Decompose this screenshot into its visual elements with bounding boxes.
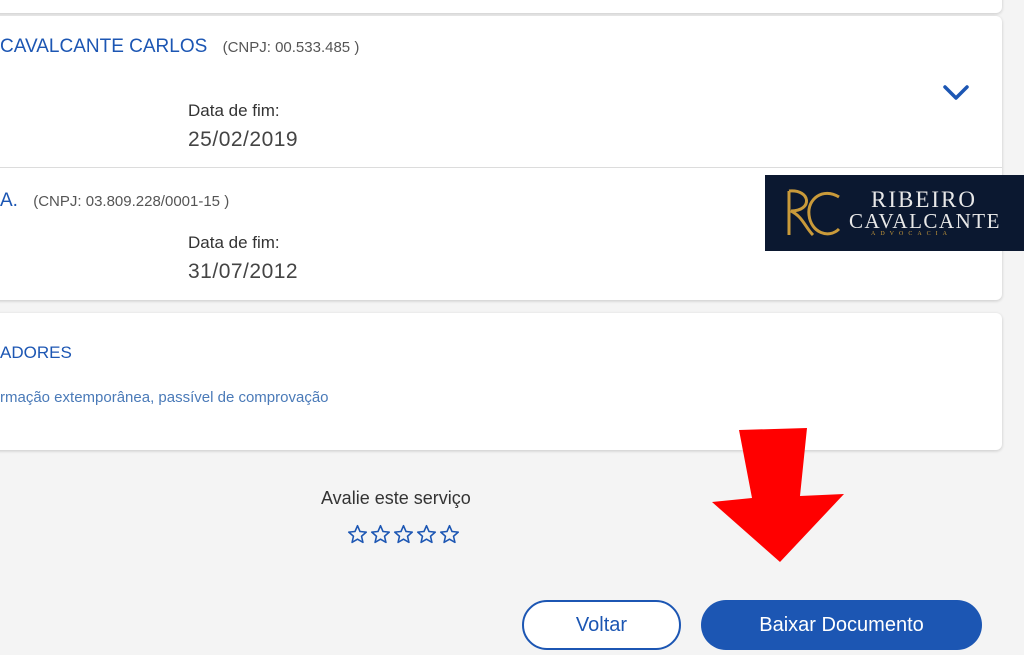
end-date-label: Data de fim: [188,233,280,252]
star-outline-icon[interactable] [370,524,391,545]
end-date-value: 25/02/2019 [188,128,299,151]
end-date-label: Data de fim: [188,101,280,120]
red-arrow-annotation [712,428,844,562]
rating-label: Avalie este serviço [321,488,471,508]
end-date-value: 31/07/2012 [188,260,299,283]
indicators-title: ADORES [0,343,72,362]
employer-cnpj: (CNPJ: 03.809.228/0001-15 ) [33,193,230,210]
employment-records-card: CAVALCANTE CARLOS (CNPJ: 00.533.485 ) Da… [0,16,1002,300]
employer-name: A. [0,190,18,211]
star-outline-icon[interactable] [347,524,368,545]
download-document-button[interactable]: Baixar Documento [701,600,982,650]
indicators-text: rmação extemporânea, passível de comprov… [0,389,329,406]
rating-stars [347,524,460,545]
employer-record-1: CAVALCANTE CARLOS (CNPJ: 00.533.485 ) [0,36,359,58]
indicators-card: ADORES rmação extemporânea, passível de … [0,313,1002,450]
logo-line-3: ADVOCACIA [871,231,952,237]
chevron-down-icon[interactable] [941,80,971,104]
star-outline-icon[interactable] [393,524,414,545]
row-divider [0,167,1002,168]
rc-monogram-icon [787,189,841,237]
back-button[interactable]: Voltar [522,600,681,650]
star-outline-icon[interactable] [416,524,437,545]
employer-name: CAVALCANTE CARLOS [0,36,208,57]
law-firm-logo: RIBEIRO CAVALCANTE ADVOCACIA [765,175,1024,251]
star-outline-icon[interactable] [439,524,460,545]
previous-card [0,0,1002,13]
employer-record-2: A. (CNPJ: 03.809.228/0001-15 ) [0,190,229,212]
employer-cnpj: (CNPJ: 00.533.485 ) [222,39,360,56]
